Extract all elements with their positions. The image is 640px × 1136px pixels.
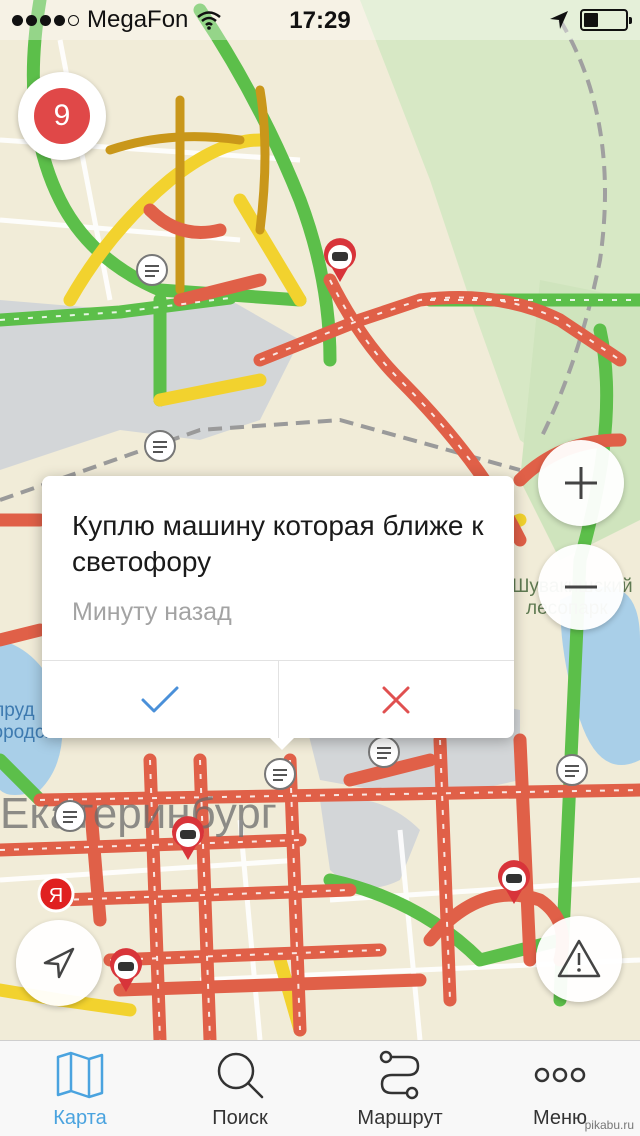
carrier-name: MegaFon <box>87 6 189 33</box>
plus-icon <box>565 467 597 499</box>
locate-me-button[interactable] <box>16 920 102 1006</box>
status-left: MegaFon <box>12 6 222 34</box>
zoom-out-button[interactable] <box>538 544 624 630</box>
battery-level <box>584 13 598 27</box>
tab-map[interactable]: Карта <box>0 1041 160 1136</box>
watermark: pikabu.ru <box>584 1118 634 1132</box>
traffic-score-button[interactable]: 9 <box>18 72 106 160</box>
search-icon <box>217 1052 264 1099</box>
tab-label: Карта <box>53 1107 107 1129</box>
svg-text:Я: Я <box>49 885 63 907</box>
chat-timestamp: Минуту назад <box>72 598 232 626</box>
tab-bar: Карта Поиск Маршрут Меню <box>0 1040 640 1136</box>
more-icon <box>534 1067 586 1083</box>
chat-message: Куплю машину которая ближе к светофору <box>72 510 484 577</box>
chat-actions <box>42 660 514 738</box>
tab-search[interactable]: Поиск <box>160 1041 320 1136</box>
yandex-logo: Я <box>37 875 75 913</box>
location-services-icon <box>550 11 568 29</box>
tab-route[interactable]: Маршрут <box>320 1041 480 1136</box>
chat-marker[interactable] <box>144 430 176 462</box>
chat-marker[interactable] <box>368 736 400 768</box>
popup-tail <box>270 738 294 750</box>
report-event-button[interactable] <box>536 916 622 1002</box>
chat-popup: Куплю машину которая ближе к светофору М… <box>42 476 514 750</box>
status-right <box>548 9 632 31</box>
signal-strength-icon <box>12 14 79 26</box>
battery-icon <box>580 9 632 31</box>
traffic-score: 9 <box>34 88 90 144</box>
map-icon <box>56 1051 104 1099</box>
location-arrow-icon <box>43 947 75 979</box>
chat-marker[interactable] <box>264 758 296 790</box>
warning-icon <box>557 939 601 978</box>
checkmark-icon <box>141 686 179 712</box>
route-icon <box>379 1050 420 1100</box>
chat-marker[interactable] <box>136 254 168 286</box>
pond-label: пруд <box>0 700 35 721</box>
close-icon <box>382 686 410 713</box>
tab-label: Поиск <box>212 1107 268 1129</box>
tab-label: Маршрут <box>357 1107 443 1129</box>
zoom-in-button[interactable] <box>538 440 624 526</box>
dismiss-button[interactable] <box>277 661 515 738</box>
chat-marker[interactable] <box>556 754 588 786</box>
wifi-icon <box>197 11 222 30</box>
confirm-button[interactable] <box>42 661 278 738</box>
minus-icon <box>565 585 597 589</box>
chat-marker[interactable] <box>54 800 86 832</box>
chat-popup-card: Куплю машину которая ближе к светофору М… <box>42 476 514 738</box>
city-label: Екатеринбург <box>0 789 277 838</box>
tab-label: Меню <box>532 1107 588 1129</box>
status-bar: MegaFon 17:29 <box>0 0 640 40</box>
